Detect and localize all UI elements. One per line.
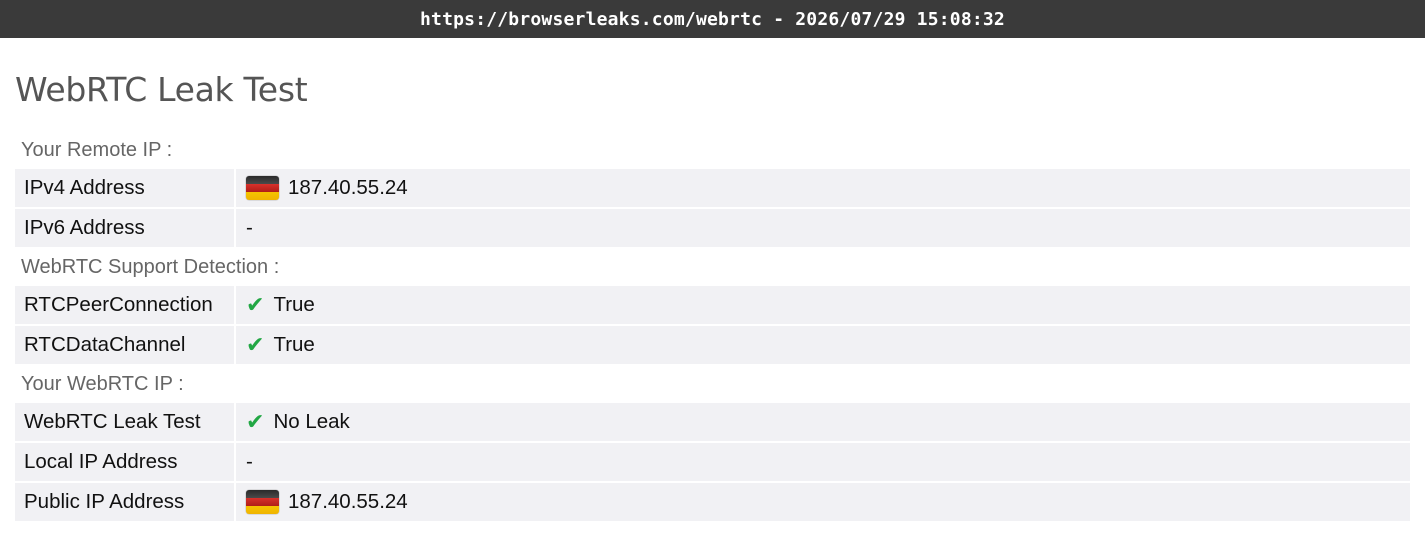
germany-flag-icon: [246, 490, 279, 514]
table-row: Public IP Address 187.40.55.24: [15, 483, 1410, 521]
table-row: WebRTC Leak Test ✔ No Leak: [15, 403, 1410, 441]
table-row: IPv4 Address 187.40.55.24: [15, 169, 1410, 207]
ipv6-address-value: -: [246, 216, 253, 239]
main-content: WebRTC Leak Test Your Remote IP : IPv4 A…: [0, 38, 1425, 521]
public-ip-value: 187.40.55.24: [288, 490, 408, 513]
section-webrtc-support-label: WebRTC Support Detection :: [21, 256, 280, 278]
local-ip-value: -: [246, 450, 253, 473]
table-row: RTCPeerConnection ✔ True: [15, 286, 1410, 324]
url-text: https://browserleaks.com/webrtc - 2026/0…: [420, 8, 1005, 30]
check-icon: ✔: [246, 332, 265, 357]
rtcpeerconnection-value: True: [273, 293, 315, 316]
leak-test-value: No Leak: [273, 410, 350, 433]
row-value: -: [236, 443, 1410, 481]
section-webrtc-ip-label: Your WebRTC IP :: [21, 373, 184, 395]
section-remote-ip-label: Your Remote IP :: [21, 139, 173, 161]
row-value: 187.40.55.24: [236, 483, 1410, 521]
check-icon: ✔: [246, 409, 265, 434]
row-key: IPv6 Address: [15, 209, 236, 247]
row-key: IPv4 Address: [15, 169, 236, 207]
row-key: Public IP Address: [15, 483, 236, 521]
rtcdatachannel-value: True: [273, 333, 315, 356]
ipv4-address-value: 187.40.55.24: [288, 176, 408, 199]
row-value: ✔ No Leak: [236, 403, 1410, 441]
table-row: RTCDataChannel ✔ True: [15, 326, 1410, 364]
table-row: Local IP Address -: [15, 443, 1410, 481]
row-key: Local IP Address: [15, 443, 236, 481]
row-value: -: [236, 209, 1410, 247]
germany-flag-icon: [246, 176, 279, 200]
row-key: WebRTC Leak Test: [15, 403, 236, 441]
row-value: 187.40.55.24: [236, 169, 1410, 207]
row-value: ✔ True: [236, 326, 1410, 364]
row-value: ✔ True: [236, 286, 1410, 324]
url-bar: https://browserleaks.com/webrtc - 2026/0…: [0, 0, 1425, 38]
check-icon: ✔: [246, 292, 265, 317]
row-key: RTCPeerConnection: [15, 286, 236, 324]
table-row: IPv6 Address -: [15, 209, 1410, 247]
page-title: WebRTC Leak Test: [15, 70, 308, 109]
row-key: RTCDataChannel: [15, 326, 236, 364]
